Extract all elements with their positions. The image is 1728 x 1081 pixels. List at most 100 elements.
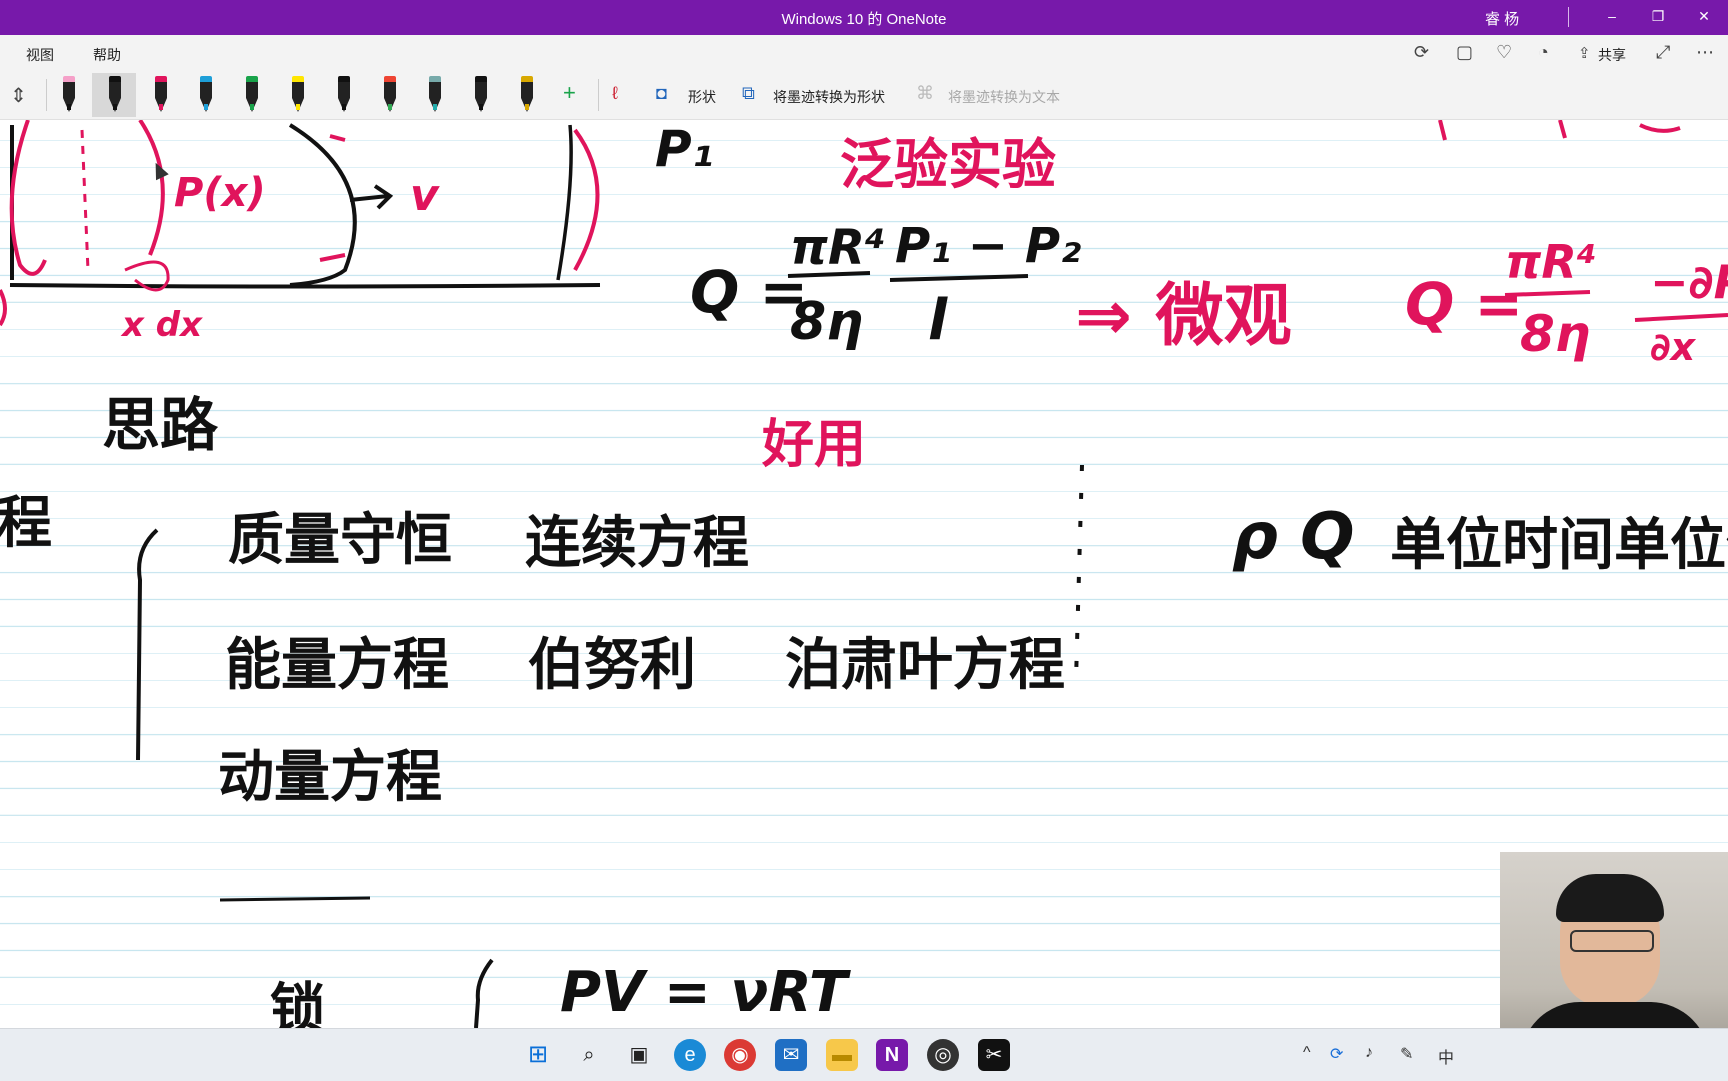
velocity-arrow xyxy=(349,184,394,210)
fraction-bar-2 xyxy=(889,274,1029,282)
pink-derivative-den: ∂x xyxy=(1650,325,1696,369)
sync-icon[interactable]: ⟳ xyxy=(1414,42,1429,63)
pen-black-2-icon[interactable] xyxy=(470,76,492,114)
pen-black-pink-icon[interactable] xyxy=(58,76,80,114)
close-button[interactable]: ✕ xyxy=(1686,4,1722,28)
pen-tray-icon[interactable]: ✎ xyxy=(1400,1044,1413,1064)
p1-label: P₁ xyxy=(655,120,714,178)
rho-q-label: ρ Q xyxy=(1232,500,1355,574)
poiseuille-num: πR⁴ xyxy=(790,220,886,276)
title-bar: Windows 10 的 OneNote 睿 杨 – ❐ ✕ xyxy=(0,0,1728,35)
pink-section-right xyxy=(138,120,165,256)
pen-black-selected-icon[interactable] xyxy=(104,76,126,114)
dashed-section-line xyxy=(80,129,90,271)
add-pen-button[interactable]: + xyxy=(563,80,576,106)
pink-section-left xyxy=(9,120,47,276)
poiseuille-den: 8η xyxy=(790,292,864,352)
pink-derivative-num: −∂P xyxy=(1650,255,1728,309)
onenote-icon[interactable]: N xyxy=(876,1039,908,1071)
pen-magenta-icon[interactable] xyxy=(150,76,172,114)
brace-left xyxy=(136,528,159,761)
search-icon[interactable]: ⌕ xyxy=(573,1039,605,1071)
useful-label: 好用 xyxy=(762,415,867,475)
notebook-icon[interactable]: ▢ xyxy=(1456,42,1473,63)
ink-to-shape-button[interactable]: 将墨迹转换为形状 xyxy=(773,87,885,107)
highlighter-yellow-icon[interactable] xyxy=(287,76,309,114)
pink-top-scribble xyxy=(1438,120,1681,141)
microscopic-label: ⇒ 微观 xyxy=(1075,277,1292,356)
window-title: Windows 10 的 OneNote xyxy=(781,11,947,28)
file-explorer-icon[interactable]: ▬ xyxy=(826,1039,858,1071)
pen-green-icon[interactable] xyxy=(241,76,263,114)
continuity-equation: 连续方程 xyxy=(525,511,749,576)
share-button[interactable]: 共享 xyxy=(1598,45,1626,65)
chrome-icon[interactable]: ◉ xyxy=(724,1039,756,1071)
more-icon[interactable]: ⋯ xyxy=(1696,42,1714,63)
pink-frac-den: 8η xyxy=(1520,305,1591,363)
ink-to-shape-icon[interactable]: ⧉ xyxy=(742,83,755,104)
lightbulb-icon[interactable]: ♡ xyxy=(1496,42,1512,63)
underline-stroke xyxy=(219,896,371,902)
energy-equation: 能量方程 xyxy=(225,633,449,698)
presenter-glasses xyxy=(1570,930,1654,952)
capcut-icon[interactable]: ✂ xyxy=(978,1039,1010,1071)
menu-bar: 视图 帮助 ⟳ ▢ ♡ ◔ ⇪ 共享 ⤢ ⋯ xyxy=(0,35,1728,71)
length-den: l xyxy=(928,288,948,353)
fullscreen-icon[interactable]: ⤢ xyxy=(1656,42,1670,63)
cheng-fragment: 程 xyxy=(0,491,52,556)
ideal-gas-law: PV = νRT xyxy=(560,960,848,1025)
ime-indicator[interactable]: 中 xyxy=(1438,1044,1454,1068)
mail-icon[interactable]: ✉ xyxy=(775,1039,807,1071)
bernoulli: 伯努利 xyxy=(528,633,696,698)
poiseuille-equation: 泊肃叶方程 xyxy=(785,633,1065,698)
dotted-divider xyxy=(1074,464,1084,681)
pen-ocean-icon[interactable] xyxy=(424,76,446,114)
tray-chevron-icon[interactable]: ^ xyxy=(1303,1044,1311,1062)
insert-space-icon[interactable]: ⇕ xyxy=(10,83,27,108)
x-dx-label: x dx xyxy=(122,305,203,345)
title-divider xyxy=(1568,7,1569,27)
tube-right-section xyxy=(556,124,573,281)
pink-ticks xyxy=(319,134,346,262)
toolbar-divider xyxy=(46,79,47,111)
experiment-label: 泛验实验 xyxy=(840,133,1056,196)
pen-gold-icon[interactable] xyxy=(516,76,538,114)
toolbar-divider xyxy=(598,79,599,111)
restore-button[interactable]: ❐ xyxy=(1640,4,1676,28)
shapes-button[interactable]: 形状 xyxy=(688,87,716,107)
bell-icon[interactable]: ◔ xyxy=(1538,42,1549,63)
task-view-icon[interactable]: ▣ xyxy=(623,1039,655,1071)
lasso-icon[interactable]: ℓ xyxy=(612,83,618,104)
sync-tray-icon[interactable]: ⟳ xyxy=(1330,1044,1343,1064)
pink-end-section xyxy=(573,128,600,271)
pen-rainbow-icon[interactable] xyxy=(379,76,401,114)
draw-toolbar: ⇕ + ℓ ◘ 形状 ⧉ 将墨迹转换为形状 ⌘ 将墨迹转换为文本 xyxy=(0,71,1728,120)
pink-edge-mark xyxy=(0,289,7,327)
menu-view[interactable]: 视图 xyxy=(26,45,54,65)
presenter-hair xyxy=(1556,874,1664,922)
pen-cyan-icon[interactable] xyxy=(195,76,217,114)
chain-label: 锁 xyxy=(270,978,326,1028)
user-name[interactable]: 睿 杨 xyxy=(1485,8,1519,29)
menu-help[interactable]: 帮助 xyxy=(93,45,121,65)
velocity-v-label: v xyxy=(410,170,439,221)
ink-to-text-button: 将墨迹转换为文本 xyxy=(948,89,1060,105)
shapes-icon[interactable]: ◘ xyxy=(656,83,667,104)
minimize-button[interactable]: – xyxy=(1594,4,1630,28)
microphone-icon[interactable]: ♪ xyxy=(1365,1044,1373,1062)
momentum-equation: 动量方程 xyxy=(218,745,442,810)
per-unit-time-text: 单位时间单位体 xyxy=(1390,513,1728,578)
note-canvas[interactable]: P(x) v x dx 泛验实验 ⇒ 微观 Q = πR⁴ 8η −∂P ∂x … xyxy=(0,120,1728,1028)
pressure-px-label: P(x) xyxy=(174,170,266,216)
mass-conservation: 质量守恒 xyxy=(228,508,452,573)
pen-galaxy-icon[interactable] xyxy=(333,76,355,114)
pressure-diff-num: P₁ − P₂ xyxy=(895,218,1082,274)
taskbar: ⊞ ⌕ ▣ e ◉ ✉ ▬ N ◎ ✂ ^ ⟳ ♪ ✎ 中 xyxy=(0,1028,1728,1081)
windows-start-icon[interactable]: ⊞ xyxy=(522,1039,554,1071)
obs-icon[interactable]: ◎ xyxy=(927,1039,959,1071)
edge-icon[interactable]: e xyxy=(674,1039,706,1071)
fraction-bar-4 xyxy=(1634,313,1728,322)
approach-heading: 思路 xyxy=(102,391,219,459)
share-icon[interactable]: ⇪ xyxy=(1578,44,1591,62)
brace-bottom xyxy=(474,958,494,1028)
